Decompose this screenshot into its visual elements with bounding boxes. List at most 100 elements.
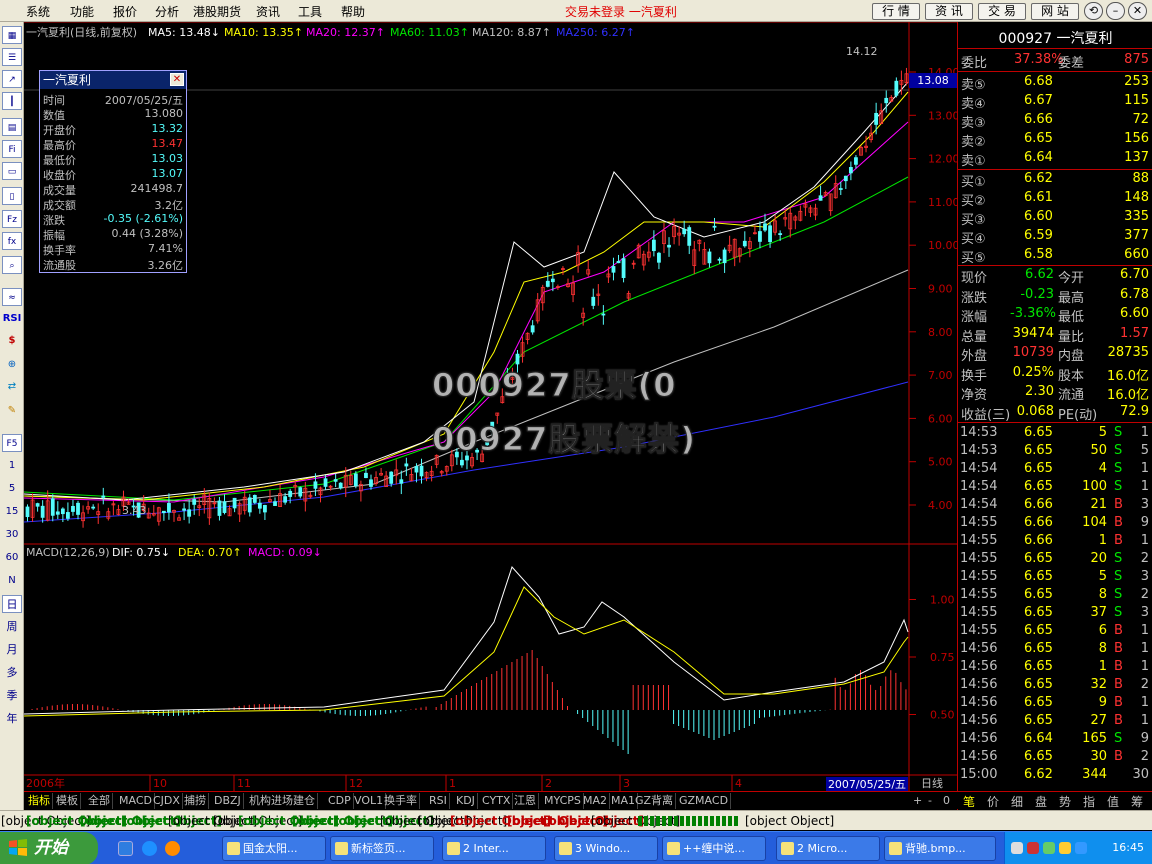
tool-indicator-icon[interactable]: ≈: [2, 288, 22, 306]
indicator-tab[interactable]: 捕捞: [182, 793, 209, 809]
period-week[interactable]: 周: [2, 618, 22, 636]
website-button[interactable]: 网 站: [1031, 3, 1079, 20]
tool-page-icon[interactable]: ▯: [2, 187, 22, 205]
taskbar-task[interactable]: 2 Micro...: [776, 836, 880, 861]
period-n[interactable]: N: [2, 572, 22, 590]
tool-formula-icon[interactable]: fx: [2, 232, 22, 250]
tray-im-icon[interactable]: [1075, 842, 1087, 854]
menu-analysis[interactable]: 分析: [155, 3, 179, 20]
tool-fin-icon[interactable]: Fi: [2, 140, 22, 158]
date-tick-label: 12: [349, 777, 363, 790]
indicator-tab[interactable]: VOL1: [352, 793, 387, 809]
indicator-tab[interactable]: 全部: [86, 793, 113, 809]
indicator-tab[interactable]: CYTX: [480, 793, 514, 809]
start-button[interactable]: 开始: [0, 832, 98, 864]
tool-f10-icon[interactable]: ▤: [2, 118, 22, 136]
indicator-tab[interactable]: 机构进场建仓: [247, 793, 318, 809]
period-year[interactable]: 年: [2, 710, 22, 728]
tray-volume-icon[interactable]: [1043, 842, 1055, 854]
close-icon[interactable]: ✕: [1128, 2, 1147, 20]
indicator-tab[interactable]: MYCPS: [542, 793, 584, 809]
stat-value: 72.9: [1120, 403, 1149, 419]
menu-quote[interactable]: 报价: [113, 3, 137, 20]
minimize-icon[interactable]: –: [1106, 2, 1125, 20]
media-icon[interactable]: [165, 841, 180, 856]
tool-zoom-icon[interactable]: ⌕: [2, 256, 22, 274]
right-tab[interactable]: 筹: [1131, 793, 1143, 810]
tool-rsi-icon[interactable]: RSI: [2, 310, 22, 328]
period-quarter[interactable]: 季: [2, 687, 22, 705]
indicator-tab[interactable]: MACD: [117, 793, 155, 809]
tray-network-icon[interactable]: [1011, 842, 1023, 854]
ie-icon[interactable]: [142, 841, 157, 856]
tick-row: 14:53 6.65 5 S 1: [958, 424, 1152, 442]
right-tab[interactable]: 价: [987, 793, 999, 810]
tray-security-icon[interactable]: [1059, 842, 1071, 854]
period-15min[interactable]: 15: [2, 503, 22, 521]
right-tab[interactable]: 笔: [963, 793, 975, 810]
zoom-control[interactable]: +: [911, 793, 924, 809]
menu-help[interactable]: 帮助: [341, 3, 365, 20]
tool-move-icon[interactable]: ⊕: [2, 356, 22, 374]
tool-dollar-icon[interactable]: $: [2, 332, 22, 350]
popup-close-icon[interactable]: ✕: [170, 73, 184, 86]
indicator-tab[interactable]: MA2: [581, 793, 611, 809]
quote-button[interactable]: 行 情: [872, 3, 920, 20]
period-multi[interactable]: 多: [2, 664, 22, 682]
indicator-tab[interactable]: 指标: [26, 793, 53, 809]
menu-system[interactable]: 系统: [26, 3, 50, 20]
tool-grid-icon[interactable]: ▦: [2, 26, 22, 44]
menu-tools[interactable]: 工具: [298, 3, 322, 20]
right-tab[interactable]: 盘: [1035, 793, 1047, 810]
indicator-tab[interactable]: GZMACD: [677, 793, 732, 809]
taskbar-task[interactable]: 国金太阳...: [222, 836, 326, 861]
tool-pencil-icon[interactable]: ✎: [2, 402, 22, 420]
right-tab[interactable]: 值: [1107, 793, 1119, 810]
tool-f5-icon[interactable]: F5: [2, 434, 22, 452]
taskbar-task[interactable]: 3 Windo...: [554, 836, 658, 861]
taskbar-task[interactable]: ++缠中说...: [662, 836, 766, 861]
period-day[interactable]: 日: [2, 595, 22, 613]
taskbar-task[interactable]: 新标签页...: [330, 836, 434, 861]
period-1min[interactable]: 1: [2, 457, 22, 475]
taskbar-task[interactable]: 2 Inter...: [442, 836, 546, 861]
indicator-tab[interactable]: KDJ: [454, 793, 478, 809]
indicator-tab[interactable]: 换手率: [382, 793, 420, 809]
show-desktop-icon[interactable]: [118, 841, 133, 856]
indicator-tab[interactable]: RSI: [427, 793, 450, 809]
clock[interactable]: 16:45: [1112, 841, 1144, 854]
menu-function[interactable]: 功能: [70, 3, 94, 20]
zoom-control[interactable]: 0: [941, 793, 952, 809]
taskbar-task[interactable]: 背驰.bmp...: [884, 836, 996, 861]
popup-row: 最高价 13.47: [40, 136, 186, 152]
tool-fz-icon[interactable]: Fz: [2, 210, 22, 228]
zoom-control[interactable]: -: [926, 793, 934, 809]
back-icon[interactable]: ⟲: [1084, 2, 1103, 20]
indicator-tab[interactable]: GZ背离: [633, 793, 677, 809]
period-60min[interactable]: 60: [2, 549, 22, 567]
indicator-tab[interactable]: 江恩: [512, 793, 539, 809]
indicator-tab[interactable]: CDP: [326, 793, 354, 809]
right-tab[interactable]: 细: [1011, 793, 1023, 810]
bar-info-popup[interactable]: 一汽夏利 ✕ 时间 2007/05/25/五 数值 13.080 开盘价 13.32 最高价…: [39, 70, 187, 273]
indicator-tab[interactable]: 模板: [54, 793, 81, 809]
info-button[interactable]: 资 讯: [925, 3, 973, 20]
period-5min[interactable]: 5: [2, 480, 22, 498]
tool-line-chart-icon[interactable]: ↗: [2, 70, 22, 88]
period-30min[interactable]: 30: [2, 526, 22, 544]
tool-doc-icon[interactable]: ▭: [2, 162, 22, 180]
trade-button[interactable]: 交 易: [978, 3, 1026, 20]
tray-app-icon[interactable]: [1027, 842, 1039, 854]
menu-news[interactable]: 资讯: [256, 3, 280, 20]
indicator-tab[interactable]: DBZJ: [212, 793, 244, 809]
indicator-tab[interactable]: CJDX: [151, 793, 183, 809]
popup-title[interactable]: 一汽夏利: [40, 71, 186, 89]
tool-kline-icon[interactable]: ┃: [2, 92, 22, 110]
right-tab[interactable]: 指: [1083, 793, 1095, 810]
menu-hk-futures[interactable]: 港股期货: [193, 3, 241, 20]
tool-list-icon[interactable]: ☰: [2, 48, 22, 66]
tool-switch-icon[interactable]: ⇄: [2, 378, 22, 396]
period-month[interactable]: 月: [2, 641, 22, 659]
tick-side: S: [1114, 443, 1123, 458]
right-tab[interactable]: 势: [1059, 793, 1071, 810]
